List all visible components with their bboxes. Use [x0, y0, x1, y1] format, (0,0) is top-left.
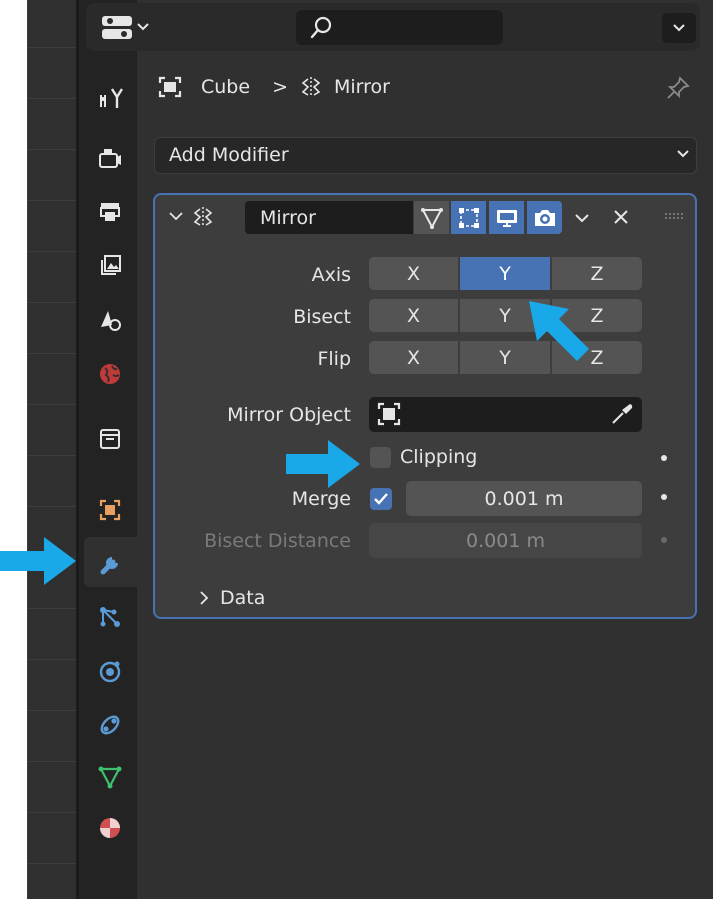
annotation-arrow [0, 537, 76, 585]
tab-data[interactable] [91, 758, 129, 796]
tab-tool[interactable] [91, 79, 129, 117]
particles-icon [100, 607, 120, 627]
eyedropper-icon[interactable] [609, 401, 635, 427]
add-modifier-label: Add Modifier [169, 144, 289, 166]
tab-view-layer[interactable] [91, 247, 129, 285]
tool-icon [100, 88, 123, 108]
tab-render[interactable] [91, 139, 129, 177]
editor-type-selector[interactable] [100, 12, 158, 44]
edit-mode-icon [458, 207, 479, 228]
wrench-icon [100, 557, 118, 575]
mirror-object-field[interactable] [369, 397, 642, 432]
tab-output[interactable] [91, 193, 129, 231]
tab-modifiers[interactable] [84, 537, 137, 587]
tab-constraints[interactable] [91, 706, 129, 744]
keyframe-dot[interactable] [661, 455, 667, 461]
axis-z-button[interactable]: Z [552, 257, 642, 290]
mesh-data-icon [98, 766, 122, 789]
add-modifier-dropdown[interactable]: Add Modifier [154, 137, 697, 174]
tab-particles[interactable] [91, 598, 129, 636]
mirror-modifier-icon [193, 207, 213, 227]
search-input[interactable] [296, 10, 503, 45]
clipping-checkbox[interactable] [370, 447, 391, 468]
bisect-distance-label: Bisect Distance [204, 530, 351, 552]
edit-mode-toggle[interactable] [451, 201, 486, 234]
collection-icon [100, 429, 120, 449]
chevron-down-icon[interactable] [572, 208, 592, 228]
render-toggle[interactable] [527, 201, 562, 234]
3d-viewport[interactable] [27, 0, 79, 899]
physics-icon [99, 661, 121, 683]
breadcrumb-separator: > [272, 76, 288, 98]
properties-editor-icon [102, 16, 149, 39]
chevron-down-icon [673, 24, 685, 32]
tab-physics[interactable] [91, 652, 129, 690]
breadcrumb-modifier: Mirror [333, 76, 390, 98]
drag-handle-icon[interactable] [663, 212, 685, 222]
annotation-arrow [529, 301, 589, 361]
image-stack-icon [101, 255, 121, 275]
flip-x-button[interactable]: X [369, 341, 458, 374]
merge-label: Merge [291, 488, 351, 510]
printer-icon [100, 203, 120, 221]
data-section-header[interactable]: Data [220, 587, 265, 609]
bisect-x-button[interactable]: X [369, 299, 458, 332]
breadcrumb: Cube > Mirror [157, 72, 390, 102]
realtime-display-toggle[interactable] [489, 201, 524, 234]
edit-cage-toggle[interactable] [414, 201, 449, 234]
mesh-triangle-icon [420, 207, 443, 229]
checkmark-icon [374, 493, 388, 505]
mirror-object-label: Mirror Object [227, 404, 351, 426]
search-icon [310, 16, 332, 39]
tab-collection[interactable] [91, 420, 129, 458]
annotation-arrow [286, 440, 360, 488]
render-icon [99, 149, 121, 168]
scene-icon [101, 311, 121, 331]
pin-icon[interactable] [665, 75, 691, 101]
bisect-distance-field[interactable]: 0.001 m [369, 523, 642, 558]
axis-y-button[interactable]: Y [460, 257, 550, 290]
modifier-name: Mirror [260, 207, 316, 229]
chevron-down-icon [677, 150, 689, 158]
object-icon [158, 76, 182, 98]
tab-material[interactable] [91, 809, 129, 847]
constraints-icon [100, 715, 120, 735]
camera-icon [534, 209, 555, 226]
close-icon[interactable] [611, 207, 631, 227]
object-icon [377, 402, 401, 426]
object-icon [99, 499, 121, 521]
clipping-label: Clipping [400, 446, 478, 468]
flip-label: Flip [317, 348, 351, 370]
tab-object[interactable] [91, 491, 129, 529]
merge-distance-field[interactable]: 0.001 m [406, 481, 642, 516]
keyframe-dot[interactable] [661, 537, 667, 543]
bisect-label: Bisect [293, 306, 351, 328]
collapse-chevron-icon[interactable] [167, 206, 185, 226]
monitor-icon [496, 209, 517, 227]
modifier-name-field[interactable]: Mirror [245, 201, 413, 234]
options-dropdown-button[interactable] [662, 13, 696, 43]
axis-label: Axis [311, 264, 351, 286]
breadcrumb-object: Cube [201, 76, 251, 98]
tab-scene[interactable] [91, 301, 129, 339]
mirror-modifier-icon [301, 77, 321, 97]
tab-world[interactable] [91, 355, 129, 393]
chevron-right-icon[interactable] [197, 588, 211, 608]
axis-x-button[interactable]: X [369, 257, 458, 290]
keyframe-dot[interactable] [661, 494, 667, 500]
merge-checkbox[interactable] [370, 488, 392, 510]
material-icon [100, 818, 120, 838]
world-icon [100, 364, 120, 384]
